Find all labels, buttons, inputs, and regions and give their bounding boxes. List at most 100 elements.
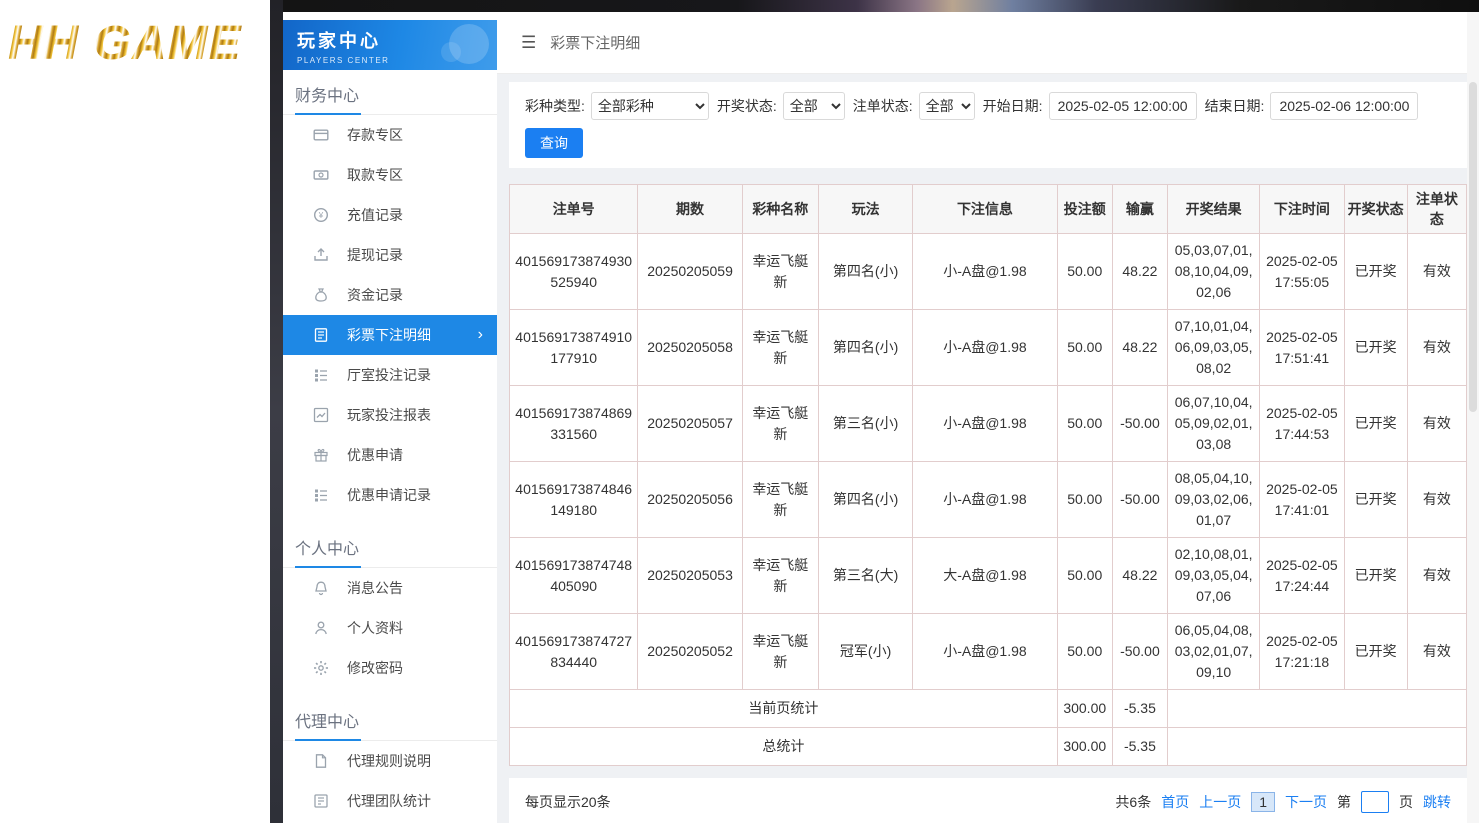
cell-amount: 50.00 [1057,234,1112,310]
cell-bet-status: 有效 [1407,386,1466,462]
cell-amount: 50.00 [1057,614,1112,690]
sidebar-item-label: 优惠申请 [347,445,403,465]
bank-card-icon [313,127,329,143]
pagination: 每页显示20条 共6条 首页 上一页 1 下一页 第 页 跳转 [509,778,1467,826]
brand-logo: HH GAME [8,16,270,71]
cell-time: 2025-02-05 17:44:53 [1260,386,1344,462]
cell-play: 第三名(大) [818,538,912,614]
cell-bet-no: 401569173874748405090 [510,538,638,614]
end-date-label: 结束日期: [1205,96,1265,116]
cell-draw-status: 已开奖 [1344,462,1407,538]
draw-status-select[interactable]: 全部 [783,92,845,120]
sidebar-item-profile[interactable]: 个人资料 [283,608,497,648]
cell-lottery: 幸运飞艇新 [742,310,818,386]
cell-amount: 50.00 [1057,386,1112,462]
sidebar-item-label: 个人资料 [347,618,403,638]
scrollbar-thumb[interactable] [1469,82,1477,412]
sidebar-item-agent-rules[interactable]: 代理规则说明 [283,741,497,781]
sidebar-item-label: 取款专区 [347,165,403,185]
cell-time: 2025-02-05 17:21:18 [1260,614,1344,690]
summary-label: 总统计 [510,728,1058,766]
content-area: 彩种类型: 全部彩种 开奖状态: 全部 注单状态: 全部 开始日期: 结束日期:… [497,74,1479,826]
document-icon [313,753,329,769]
jump-page-input[interactable] [1361,791,1389,813]
summary-empty [1168,728,1467,766]
hamburger-icon[interactable]: ☰ [521,33,536,53]
bet-status-select[interactable]: 全部 [919,92,975,120]
col-lottery-name: 彩种名称 [742,185,818,234]
sidebar-item-promo-apply-records[interactable]: 优惠申请记录 [283,475,497,515]
cell-bet-status: 有效 [1407,614,1466,690]
sidebar-item-fund-records[interactable]: 资金记录 [283,275,497,315]
section-title-finance: 财务中心 [283,76,497,115]
lottery-type-select[interactable]: 全部彩种 [591,92,709,120]
sidebar-item-label: 修改密码 [347,658,403,678]
sidebar-item-label: 代理团队统计 [347,791,431,811]
cell-draw-status: 已开奖 [1344,234,1407,310]
cell-draw-status: 已开奖 [1344,310,1407,386]
summary-label: 当前页统计 [510,690,1058,728]
cell-bet-info: 小-A盘@1.98 [913,310,1057,386]
table-row: 401569173874727834440 20250205052 幸运飞艇新 … [510,614,1467,690]
main-header: ☰ 彩票下注明细 [497,12,1479,74]
pagination-controls: 共6条 首页 上一页 1 下一页 第 页 跳转 [1105,791,1451,813]
cell-result: 07,10,01,04,06,09,03,05,08,02 [1168,310,1260,386]
cell-lottery: 幸运飞艇新 [742,234,818,310]
col-period: 期数 [638,185,742,234]
sidebar-item-lottery-bet-details[interactable]: 彩票下注明细 › [283,315,497,355]
sidebar-item-change-password[interactable]: 修改密码 [283,648,497,688]
col-bet-time: 下注时间 [1260,185,1344,234]
draw-status-label: 开奖状态: [717,96,777,116]
sidebar-item-hall-bet-records[interactable]: 厅室投注记录 [283,355,497,395]
cell-result: 06,05,04,08,03,02,01,07,09,10 [1168,614,1260,690]
sidebar-item-deposit-zone[interactable]: 存款专区 [283,115,497,155]
sidebar-item-label: 彩票下注明细 [347,325,431,345]
sidebar-item-cashout-records[interactable]: 提现记录 [283,235,497,275]
cell-bet-no: 401569173874727834440 [510,614,638,690]
bell-icon [313,580,329,596]
gear-icon [313,660,329,676]
section-title-agent: 代理中心 [283,702,497,741]
end-date-input[interactable] [1270,92,1418,120]
prev-page-link[interactable]: 上一页 [1199,792,1241,812]
table-row: 401569173874869331560 20250205057 幸运飞艇新 … [510,386,1467,462]
filter-panel: 彩种类型: 全部彩种 开奖状态: 全部 注单状态: 全部 开始日期: 结束日期:… [509,82,1467,168]
sidebar-item-player-bet-report[interactable]: 玩家投注报表 [283,395,497,435]
section-title-personal: 个人中心 [283,529,497,568]
summary-win-loss: -5.35 [1112,728,1167,766]
sidebar-item-label: 消息公告 [347,578,403,598]
cell-result: 05,03,07,01,08,10,04,09,02,06 [1168,234,1260,310]
first-page-link[interactable]: 首页 [1161,792,1189,812]
start-date-input[interactable] [1049,92,1197,120]
cell-bet-status: 有效 [1407,234,1466,310]
cell-win-loss: -50.00 [1112,386,1167,462]
cell-play: 第四名(小) [818,462,912,538]
next-page-link[interactable]: 下一页 [1285,792,1327,812]
sidebar-item-announcements[interactable]: 消息公告 [283,568,497,608]
col-bet-info: 下注信息 [913,185,1057,234]
current-page-badge[interactable]: 1 [1251,792,1275,812]
sidebar-item-promo-apply[interactable]: 优惠申请 [283,435,497,475]
sidebar-item-withdraw-zone[interactable]: 取款专区 [283,155,497,195]
cell-bet-status: 有效 [1407,462,1466,538]
col-bet-no: 注单号 [510,185,638,234]
table-row: 401569173874930525940 20250205059 幸运飞艇新 … [510,234,1467,310]
sidebar-header: 玩家中心 PLAYERS CENTER [283,20,497,70]
start-date-label: 开始日期: [983,96,1043,116]
jump-button[interactable]: 跳转 [1423,792,1451,812]
cell-play: 第四名(小) [818,310,912,386]
cell-period: 20250205056 [638,462,742,538]
page-title: 彩票下注明细 [550,32,640,53]
cell-play: 第四名(小) [818,234,912,310]
cell-draw-status: 已开奖 [1344,386,1407,462]
main-content: ☰ 彩票下注明细 彩种类型: 全部彩种 开奖状态: 全部 注单状态: 全部 开始… [497,12,1479,823]
cell-bet-info: 小-A盘@1.98 [913,614,1057,690]
cell-win-loss: -50.00 [1112,462,1167,538]
cell-bet-no: 401569173874910177910 [510,310,638,386]
query-button[interactable]: 查询 [525,128,583,158]
sidebar-item-recharge-records[interactable]: ¥ 充值记录 [283,195,497,235]
coin-icon: ¥ [313,207,329,223]
sidebar-item-agent-team-stats[interactable]: 代理团队统计 [283,781,497,821]
filter-row: 彩种类型: 全部彩种 开奖状态: 全部 注单状态: 全部 开始日期: 结束日期: [525,92,1451,120]
cell-bet-no: 401569173874869331560 [510,386,638,462]
